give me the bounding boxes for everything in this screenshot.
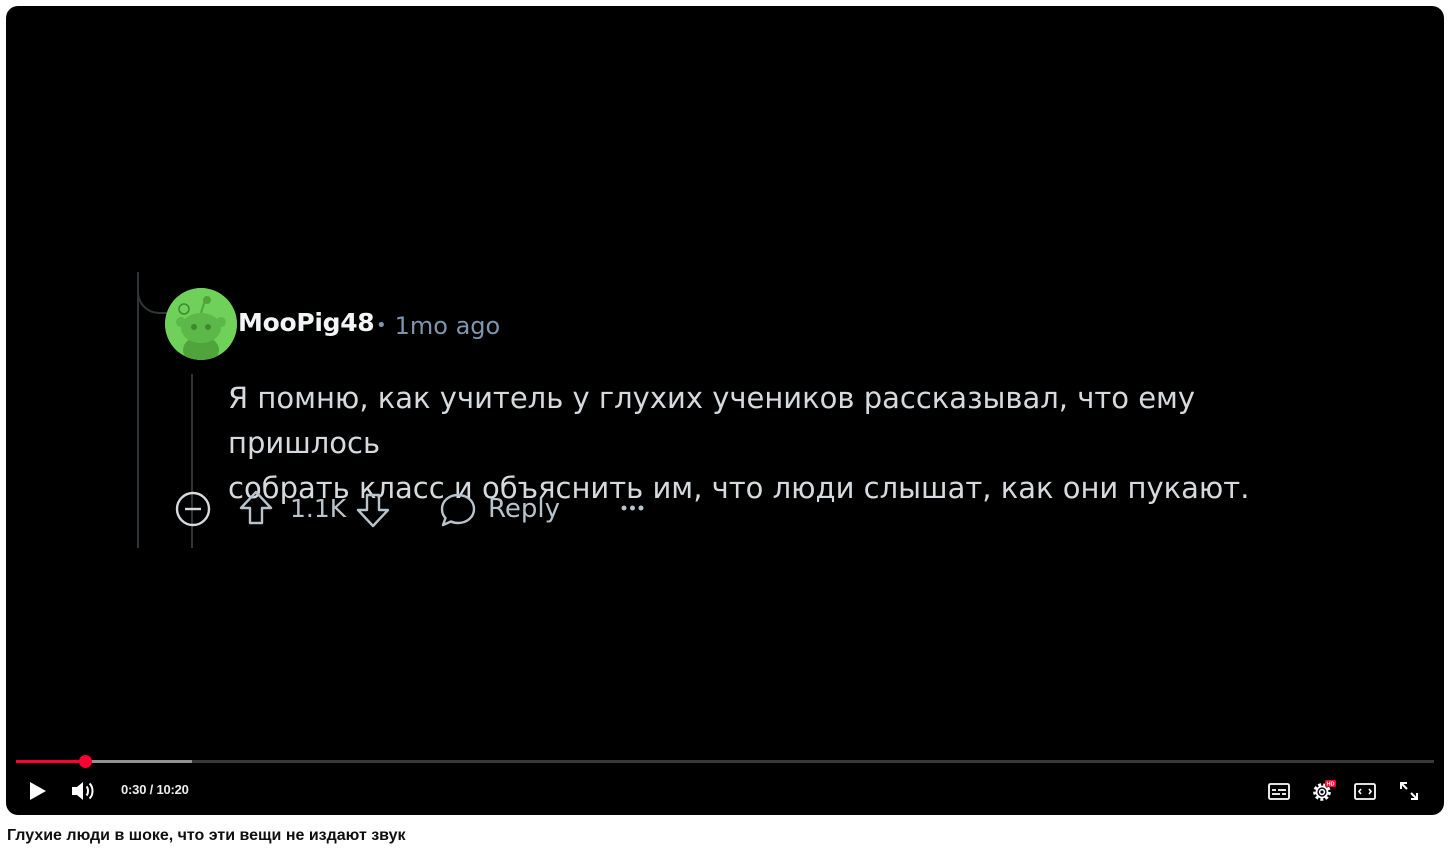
- comment-body-line: собрать класс и объяснить им, что люди с…: [228, 471, 1250, 505]
- reddit-comment-frame: MooPig48 • 1mo ago Я помню, как учитель у…: [6, 6, 1444, 815]
- fullscreen-icon[interactable]: [1394, 776, 1424, 806]
- video-player[interactable]: MooPig48 • 1mo ago Я помню, как учитель у…: [6, 6, 1444, 815]
- downvote-icon[interactable]: [353, 490, 393, 530]
- collapse-icon[interactable]: [174, 490, 212, 528]
- vote-count: 1.1K: [290, 494, 347, 523]
- reply-bubble-icon[interactable]: [438, 490, 478, 530]
- comment-body: Я помню, как учитель у глухих учеников р…: [228, 376, 1348, 511]
- upvote-icon[interactable]: [236, 488, 276, 528]
- meta-separator: •: [376, 315, 387, 336]
- comment-author[interactable]: MooPig48: [238, 308, 375, 337]
- reply-button[interactable]: Reply: [488, 494, 560, 524]
- subtitles-icon[interactable]: [1264, 776, 1294, 806]
- thread-line: [137, 272, 139, 548]
- comment-meta: • 1mo ago: [376, 312, 500, 340]
- play-icon[interactable]: [22, 776, 52, 806]
- video-title[interactable]: Глухие люди в шоке, что эти вещи не изда…: [7, 827, 406, 845]
- progress-bar[interactable]: [16, 755, 1434, 768]
- hd-badge-text: HD: [1327, 782, 1335, 788]
- progress-scrubber[interactable]: [78, 755, 92, 768]
- more-options-icon[interactable]: [618, 498, 648, 518]
- volume-icon[interactable]: [68, 776, 98, 806]
- avatar: [165, 288, 237, 360]
- comment-body-line: Я помню, как учитель у глухих учеников р…: [228, 381, 1196, 460]
- settings-icon[interactable]: HD: [1307, 776, 1337, 806]
- theater-mode-icon[interactable]: [1350, 776, 1380, 806]
- snoo-avatar-icon: [165, 288, 237, 360]
- progress-played: [16, 760, 85, 763]
- comment-time: 1mo ago: [394, 312, 501, 340]
- time-display: 0:30 / 10:20: [121, 782, 189, 797]
